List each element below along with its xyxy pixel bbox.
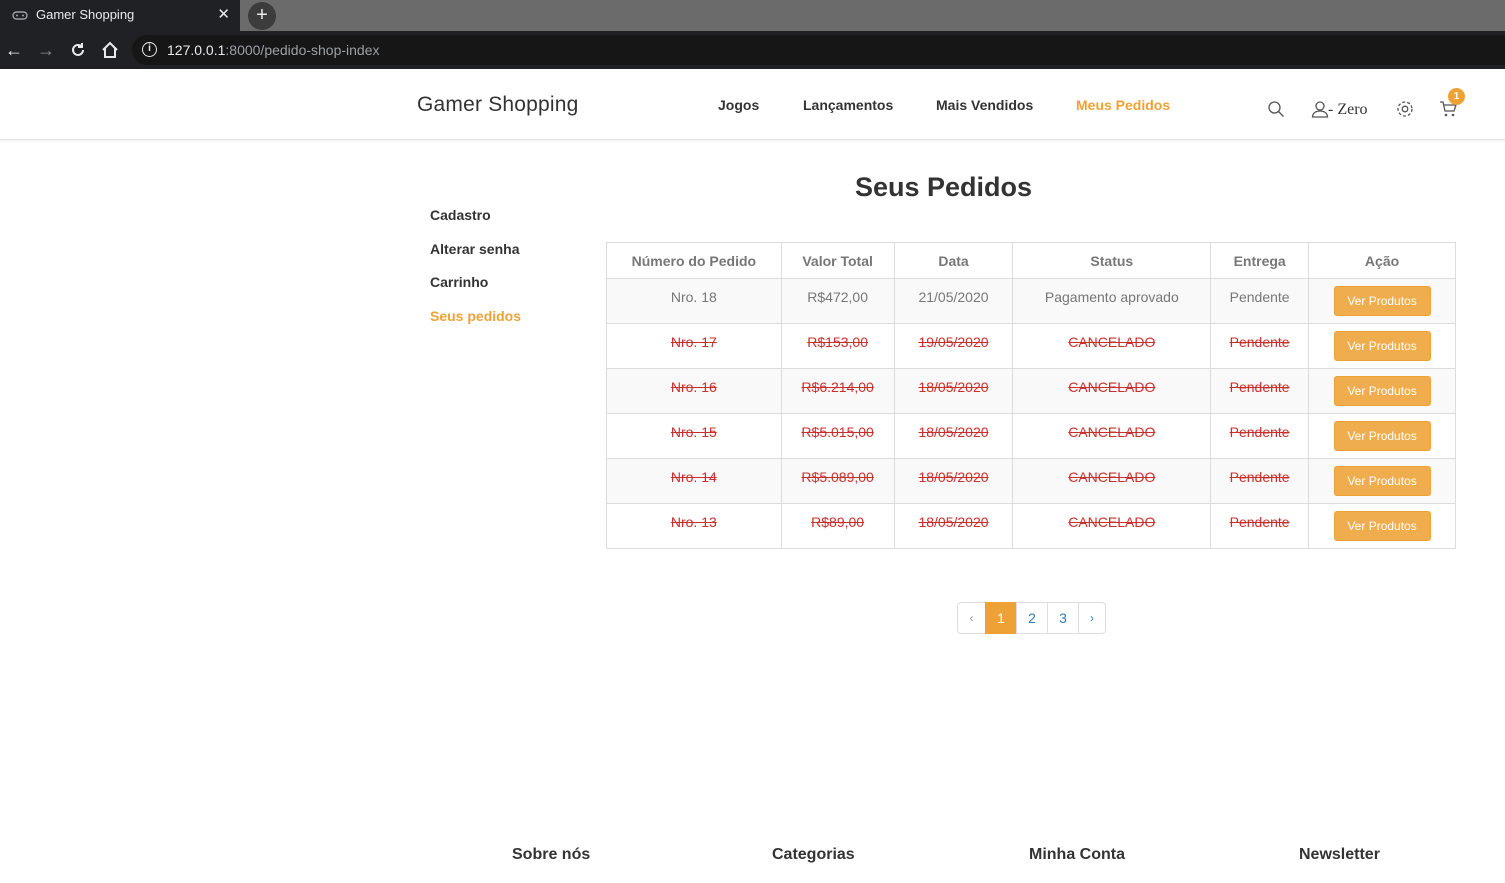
close-icon[interactable]: ✕ xyxy=(217,6,230,24)
nav-jogos[interactable]: Jogos xyxy=(718,97,759,113)
column-header: Entrega xyxy=(1210,242,1310,279)
browser-toolbar: ← → i 127.0.0.1:8000/pedido-shop-index xyxy=(0,31,1505,69)
ver-produtos-button[interactable]: Ver Produtos xyxy=(1333,286,1431,316)
table-cell-numero: Nro. 16 xyxy=(606,368,782,414)
url-text: 127.0.0.1:8000/pedido-shop-index xyxy=(167,42,380,58)
table-cell-valor: R$6.214,00 xyxy=(780,368,895,414)
table-cell-status: CANCELADO xyxy=(1012,368,1212,414)
table-cell-entrega: Pendente xyxy=(1210,323,1310,369)
table-cell-numero: Nro. 13 xyxy=(606,503,782,549)
home-icon[interactable] xyxy=(98,38,122,62)
sidebar-item-cadastro[interactable]: Cadastro xyxy=(430,207,491,223)
pagination-next[interactable]: › xyxy=(1078,602,1106,634)
nav-meus-pedidos[interactable]: Meus Pedidos xyxy=(1076,97,1170,113)
table-cell-entrega: Pendente xyxy=(1210,413,1310,459)
table-cell-acao: Ver Produtos xyxy=(1308,323,1456,369)
table-cell-data: 21/05/2020 xyxy=(893,278,1014,324)
table-cell-entrega: Pendente xyxy=(1210,503,1310,549)
sidebar-item-seus-pedidos[interactable]: Seus pedidos xyxy=(430,308,521,324)
table-row: Nro. 13 R$89,00 18/05/2020 CANCELADO Pendent… xyxy=(606,503,1456,549)
table-cell-acao: Ver Produtos xyxy=(1308,503,1456,549)
table-cell-numero: Nro. 14 xyxy=(606,458,782,504)
column-header: Ação xyxy=(1308,242,1456,279)
footer-heading-minha-conta: Minha Conta xyxy=(1029,846,1125,863)
brand-logo-text[interactable]: Gamer Shopping xyxy=(417,93,579,117)
column-header: Valor Total xyxy=(780,242,895,279)
ver-produtos-button[interactable]: Ver Produtos xyxy=(1333,376,1431,406)
table-cell-status: CANCELADO xyxy=(1012,458,1212,504)
table-cell-valor: R$472,00 xyxy=(780,278,895,324)
table-cell-status: Pagamento aprovado xyxy=(1012,278,1212,324)
table-row: Nro. 17 R$153,00 19/05/2020 CANCELADO Penden… xyxy=(606,323,1456,369)
user-name[interactable]: - Zero xyxy=(1328,101,1368,119)
footer-heading-sobre: Sobre nós xyxy=(512,846,591,863)
table-cell-acao: Ver Produtos xyxy=(1308,278,1456,324)
tab-title: Gamer Shopping xyxy=(36,7,135,22)
info-icon[interactable]: i xyxy=(142,42,157,57)
pagination: ‹ 1 2 3 › xyxy=(957,602,1106,634)
table-cell-status: CANCELADO xyxy=(1012,413,1212,459)
site-header: Gamer Shopping Jogos Lançamentos Mais Ve… xyxy=(0,69,1505,140)
ver-produtos-button[interactable]: Ver Produtos xyxy=(1333,511,1431,541)
table-cell-data: 19/05/2020 xyxy=(893,323,1014,369)
table-cell-entrega: Pendente xyxy=(1210,368,1310,414)
table-cell-numero: Nro. 15 xyxy=(606,413,782,459)
table-cell-status: CANCELADO xyxy=(1012,503,1212,549)
column-header: Status xyxy=(1012,242,1212,279)
forward-arrow-icon[interactable]: → xyxy=(34,38,58,62)
nav-mais-vendidos[interactable]: Mais Vendidos xyxy=(936,97,1033,113)
pagination-page-1[interactable]: 1 xyxy=(985,602,1017,634)
table-cell-valor: R$89,00 xyxy=(780,503,895,549)
browser-tab-strip: Gamer Shopping ✕ + xyxy=(0,0,1505,31)
table-cell-acao: Ver Produtos xyxy=(1308,368,1456,414)
page-title: Seus Pedidos xyxy=(854,172,1033,202)
ver-produtos-button[interactable]: Ver Produtos xyxy=(1333,331,1431,361)
column-header: Número do Pedido xyxy=(606,242,782,279)
table-row: Nro. 15 R$5.015,00 18/05/2020 CANCELADO Pend… xyxy=(606,413,1456,459)
table-row: Nro. 16 R$6.214,00 18/05/2020 CANCELADO Pend… xyxy=(606,368,1456,414)
ver-produtos-button[interactable]: Ver Produtos xyxy=(1333,421,1431,451)
address-bar[interactable]: i 127.0.0.1:8000/pedido-shop-index xyxy=(132,35,1505,65)
table-cell-numero: Nro. 18 xyxy=(606,278,782,324)
table-cell-data: 18/05/2020 xyxy=(893,458,1014,504)
reload-icon[interactable] xyxy=(66,38,90,62)
table-cell-status: CANCELADO xyxy=(1012,323,1212,369)
user-icon[interactable] xyxy=(1311,100,1329,118)
table-header-row: Número do Pedido Valor Total Data Status… xyxy=(606,242,1456,279)
sidebar-item-alterar-senha[interactable]: Alterar senha xyxy=(430,241,519,257)
browser-tab[interactable]: Gamer Shopping ✕ xyxy=(0,0,240,31)
table-cell-acao: Ver Produtos xyxy=(1308,458,1456,504)
pagination-page-2[interactable]: 2 xyxy=(1016,602,1048,634)
table-cell-valor: R$5.089,00 xyxy=(780,458,895,504)
pagination-prev[interactable]: ‹ xyxy=(957,602,986,634)
table-cell-data: 18/05/2020 xyxy=(893,413,1014,459)
gear-icon[interactable] xyxy=(1396,100,1414,118)
gamepad-icon xyxy=(12,9,28,21)
pagination-page-3[interactable]: 3 xyxy=(1047,602,1079,634)
table-cell-numero: Nro. 17 xyxy=(606,323,782,369)
column-header: Data xyxy=(893,242,1014,279)
orders-table: Número do Pedido Valor Total Data Status… xyxy=(606,242,1456,549)
nav-lancamentos[interactable]: Lançamentos xyxy=(803,97,893,113)
table-cell-entrega: Pendente xyxy=(1210,458,1310,504)
table-cell-data: 18/05/2020 xyxy=(893,368,1014,414)
footer-heading-categorias: Categorias xyxy=(772,846,855,863)
search-icon[interactable] xyxy=(1267,100,1285,118)
table-row: Nro. 18 R$472,00 21/05/2020 Pagamento aprov… xyxy=(606,278,1456,324)
back-arrow-icon[interactable]: ← xyxy=(2,38,26,62)
new-tab-button[interactable]: + xyxy=(248,2,276,30)
table-cell-acao: Ver Produtos xyxy=(1308,413,1456,459)
table-cell-entrega: Pendente xyxy=(1210,278,1310,324)
table-cell-valor: R$153,00 xyxy=(780,323,895,369)
table-cell-valor: R$5.015,00 xyxy=(780,413,895,459)
table-cell-data: 18/05/2020 xyxy=(893,503,1014,549)
sidebar-item-carrinho[interactable]: Carrinho xyxy=(430,274,488,290)
footer-heading-newsletter: Newsletter xyxy=(1299,846,1380,863)
table-row: Nro. 14 R$5.089,00 18/05/2020 CANCELADO Pend… xyxy=(606,458,1456,504)
cart-count-badge: 1 xyxy=(1448,88,1465,105)
ver-produtos-button[interactable]: Ver Produtos xyxy=(1333,466,1431,496)
